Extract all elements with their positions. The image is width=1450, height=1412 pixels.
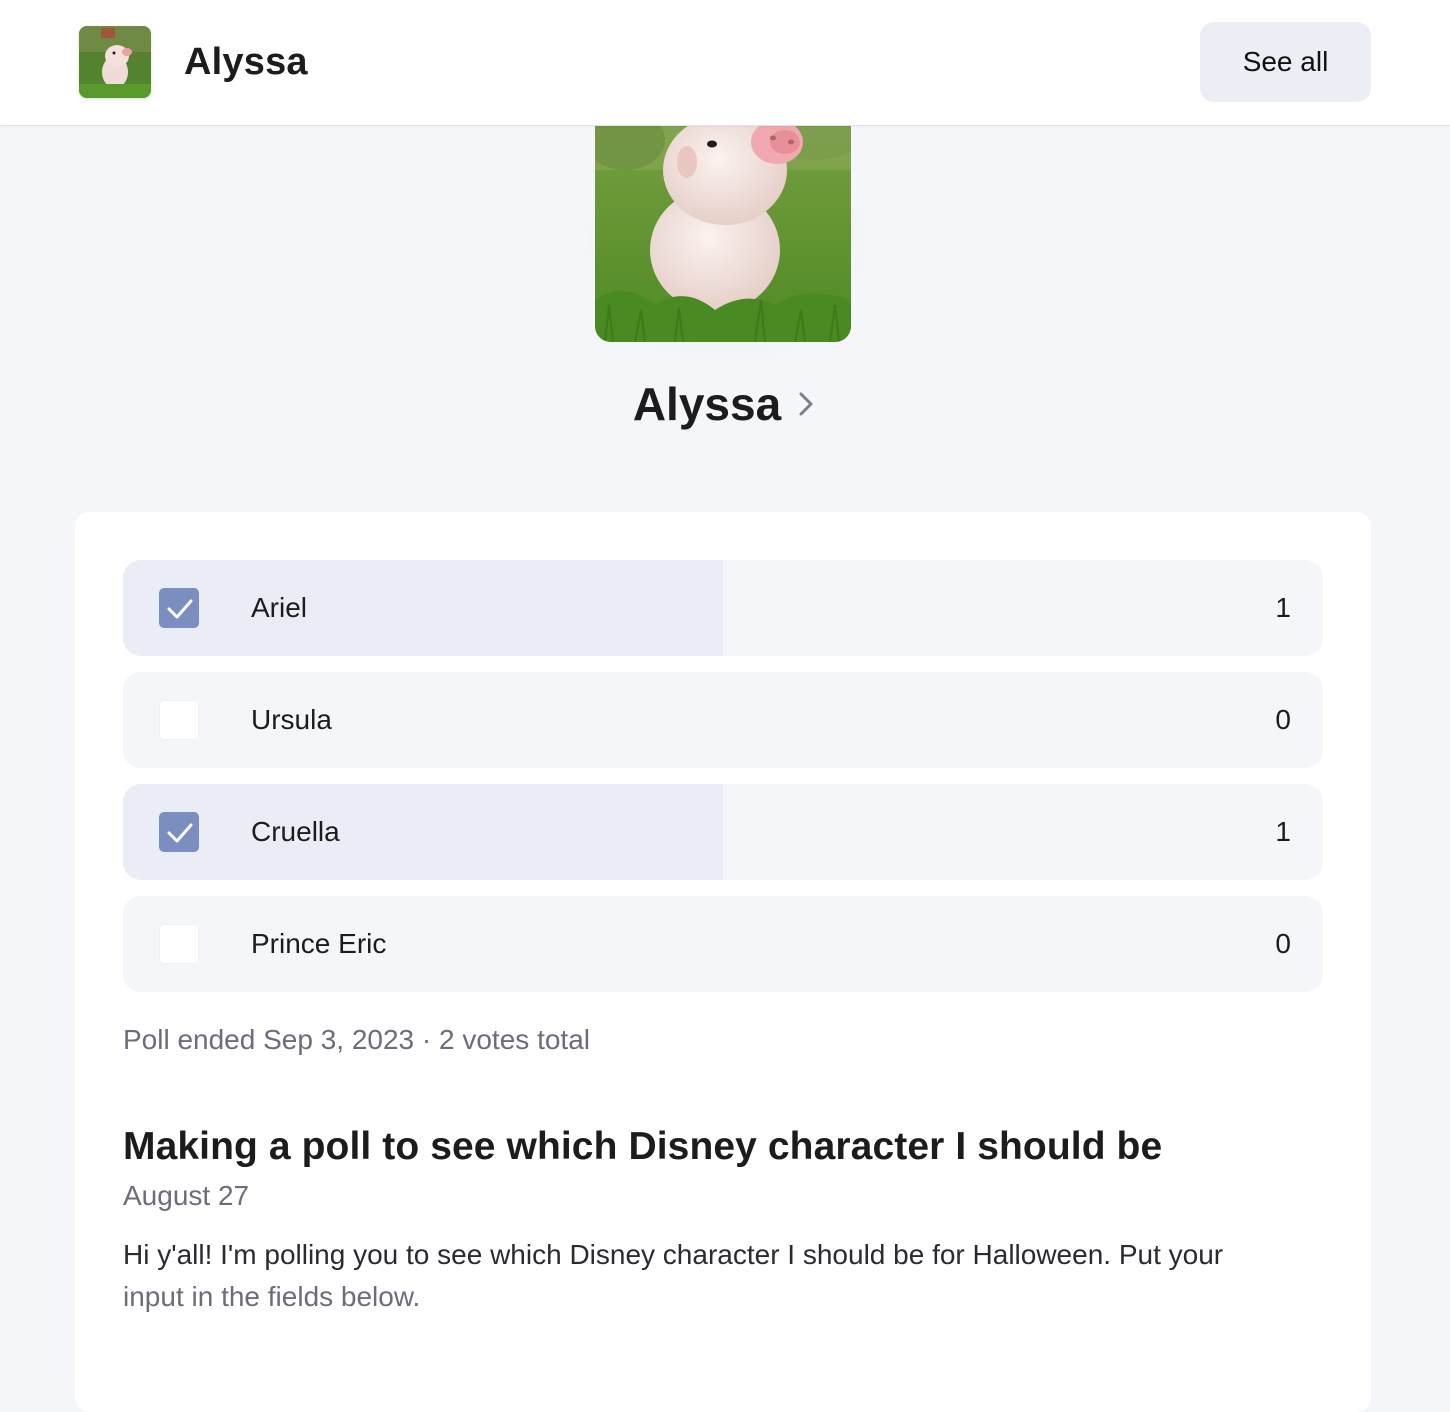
post-card: Ariel 1 Ursula 0 Cruella 1 Prince Eric 0… xyxy=(75,512,1371,1412)
poll: Ariel 1 Ursula 0 Cruella 1 Prince Eric 0 xyxy=(123,560,1323,1008)
poll-option-votes: 1 xyxy=(1275,816,1291,847)
checkbox[interactable] xyxy=(159,700,199,740)
check-icon xyxy=(167,599,193,619)
chevron-right-icon xyxy=(795,389,817,419)
post-body-line: input in the fields below. xyxy=(123,1281,421,1312)
checkbox[interactable] xyxy=(159,588,199,628)
poll-option-label: Cruella xyxy=(251,816,340,847)
piglet-photo-icon xyxy=(79,26,151,98)
poll-option-bar xyxy=(123,784,723,880)
check-icon xyxy=(167,823,193,843)
poll-option-ursula[interactable]: Ursula 0 xyxy=(123,672,1323,768)
profile-avatar[interactable] xyxy=(595,100,851,342)
post-date: August 27 xyxy=(123,1180,250,1211)
poll-meta: Poll ended Sep 3, 2023 · 2 votes total xyxy=(123,1024,590,1055)
poll-option-votes: 0 xyxy=(1275,928,1291,959)
post-body: Hi y'all! I'm polling you to see which D… xyxy=(123,1234,1303,1318)
piglet-photo-icon xyxy=(595,100,851,342)
poll-option-bar xyxy=(123,560,723,656)
profile-name: Alyssa xyxy=(632,378,782,430)
checkbox[interactable] xyxy=(159,812,199,852)
top-bar: Alyssa See all xyxy=(0,0,1450,126)
poll-option-label: Prince Eric xyxy=(251,928,387,959)
header-username: Alyssa xyxy=(184,41,308,83)
poll-option-prince-eric[interactable]: Prince Eric 0 xyxy=(123,896,1323,992)
avatar[interactable] xyxy=(79,26,151,98)
poll-option-label: Ariel xyxy=(251,592,308,623)
poll-option-votes: 1 xyxy=(1275,592,1291,623)
post-title: Making a poll to see which Disney charac… xyxy=(123,1125,1163,1168)
poll-option-votes: 0 xyxy=(1275,704,1291,735)
see-all-button[interactable]: See all xyxy=(1200,22,1371,102)
poll-option-cruella[interactable]: Cruella 1 xyxy=(123,784,1323,880)
checkbox[interactable] xyxy=(159,924,199,964)
poll-option-label: Ursula xyxy=(251,704,332,735)
post-body-line: Hi y'all! I'm polling you to see which D… xyxy=(123,1239,1224,1270)
poll-option-ariel[interactable]: Ariel 1 xyxy=(123,560,1323,656)
profile-link[interactable]: Alyssa xyxy=(0,376,1450,432)
